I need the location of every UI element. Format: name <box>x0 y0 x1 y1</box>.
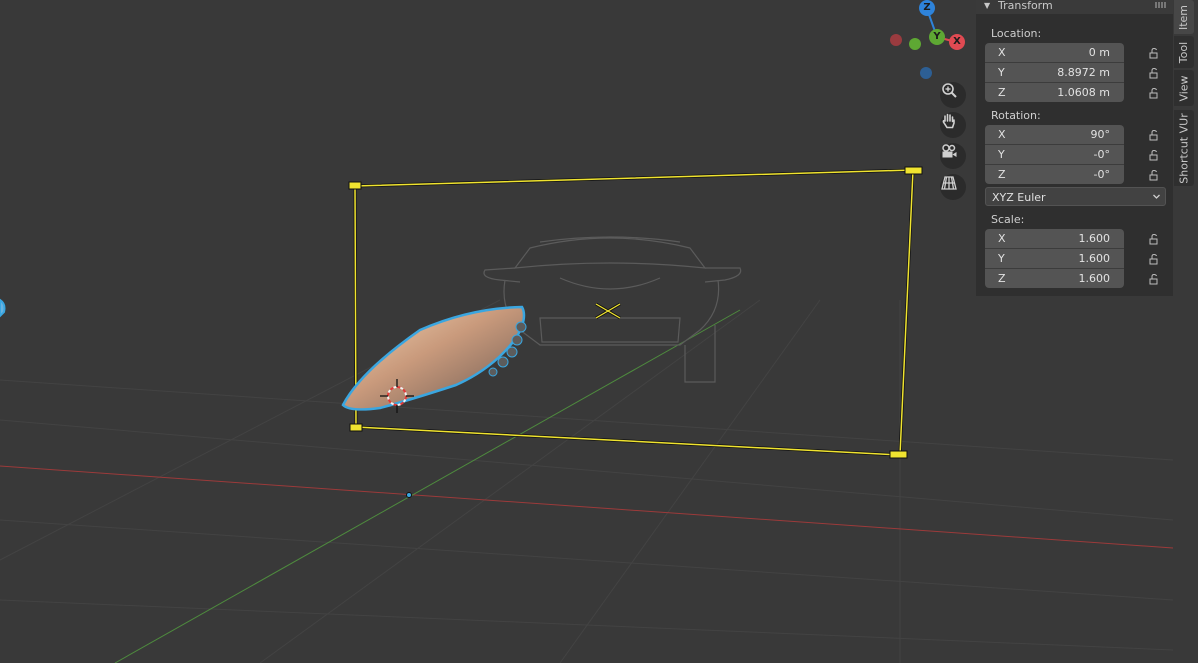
gizmo-x-dot[interactable]: X <box>949 34 965 50</box>
location-y-field[interactable]: Y 8.8972 m <box>985 63 1124 82</box>
tab-shortcut-vur[interactable]: Shortcut VUr <box>1174 110 1194 186</box>
sidebar-properties-panel: ▼ Transform Location: X 0 m Y 8.8972 m Z… <box>976 0 1173 296</box>
lock-location-z-icon[interactable] <box>1148 87 1160 99</box>
location-x-field[interactable]: X 0 m <box>985 43 1124 62</box>
gizmo-neg-y-dot[interactable] <box>909 38 921 50</box>
camera-view-button[interactable] <box>940 143 966 169</box>
perspective-toggle-button[interactable] <box>940 174 966 200</box>
gizmo-neg-x-dot[interactable] <box>890 34 902 46</box>
scale-y-field[interactable]: Y 1.600 <box>985 249 1124 268</box>
gizmo-z-label: Z <box>923 2 931 13</box>
zoom-icon <box>942 83 957 98</box>
lock-rotation-x-icon[interactable] <box>1148 129 1160 141</box>
zoom-button[interactable] <box>940 82 966 108</box>
rotation-label: Rotation: <box>991 109 1041 122</box>
transform-panel-header[interactable]: ▼ Transform <box>976 0 1173 14</box>
gizmo-x-label: X <box>953 36 961 47</box>
chevron-down-icon <box>1153 194 1160 199</box>
location-label: Location: <box>991 27 1042 40</box>
tab-view[interactable]: View <box>1174 70 1194 106</box>
scale-label: Scale: <box>991 213 1025 226</box>
x-axis-line <box>0 465 1174 549</box>
rotation-x-field[interactable]: X 90° <box>985 125 1124 144</box>
collapse-triangle-icon[interactable]: ▼ <box>984 0 990 12</box>
tab-item[interactable]: Item <box>1174 0 1194 34</box>
gizmo-neg-z-dot[interactable] <box>920 67 932 79</box>
hand-pan-icon <box>942 113 955 129</box>
drag-grip-icon[interactable] <box>1155 2 1167 8</box>
sidebar-tabs: Item Tool View Shortcut VUr <box>1173 0 1198 663</box>
lock-rotation-z-icon[interactable] <box>1148 169 1160 181</box>
lock-location-x-icon[interactable] <box>1148 47 1160 59</box>
lock-scale-z-icon[interactable] <box>1148 273 1160 285</box>
offscreen-selected-object <box>0 298 6 318</box>
world-origin-dot <box>406 492 412 498</box>
floor-grid <box>0 299 1174 663</box>
selected-mesh-object <box>341 305 527 411</box>
lock-rotation-y-icon[interactable] <box>1148 149 1160 161</box>
lock-scale-y-icon[interactable] <box>1148 253 1160 265</box>
tab-tool[interactable]: Tool <box>1174 36 1194 68</box>
grid-perspective-icon <box>941 176 957 190</box>
rotation-z-field[interactable]: Z -0° <box>985 165 1124 184</box>
location-z-field[interactable]: Z 1.0608 m <box>985 83 1124 102</box>
gizmo-y-dot[interactable]: Y <box>929 29 945 45</box>
lock-scale-x-icon[interactable] <box>1148 233 1160 245</box>
gizmo-y-label: Y <box>933 31 941 42</box>
pan-button[interactable] <box>940 112 966 138</box>
scale-x-field[interactable]: X 1.600 <box>985 229 1124 248</box>
gizmo-z-dot[interactable]: Z <box>919 0 935 16</box>
navigation-gizmo[interactable]: Y Z X <box>885 0 965 82</box>
reference-image-frame <box>348 166 923 459</box>
lock-location-y-icon[interactable] <box>1148 67 1160 79</box>
camera-icon <box>942 144 957 158</box>
scale-z-field[interactable]: Z 1.600 <box>985 269 1124 288</box>
rotation-y-field[interactable]: Y -0° <box>985 145 1124 164</box>
transform-panel-title: Transform <box>998 0 1053 12</box>
rotation-mode-dropdown[interactable]: XYZ Euler <box>985 187 1166 206</box>
